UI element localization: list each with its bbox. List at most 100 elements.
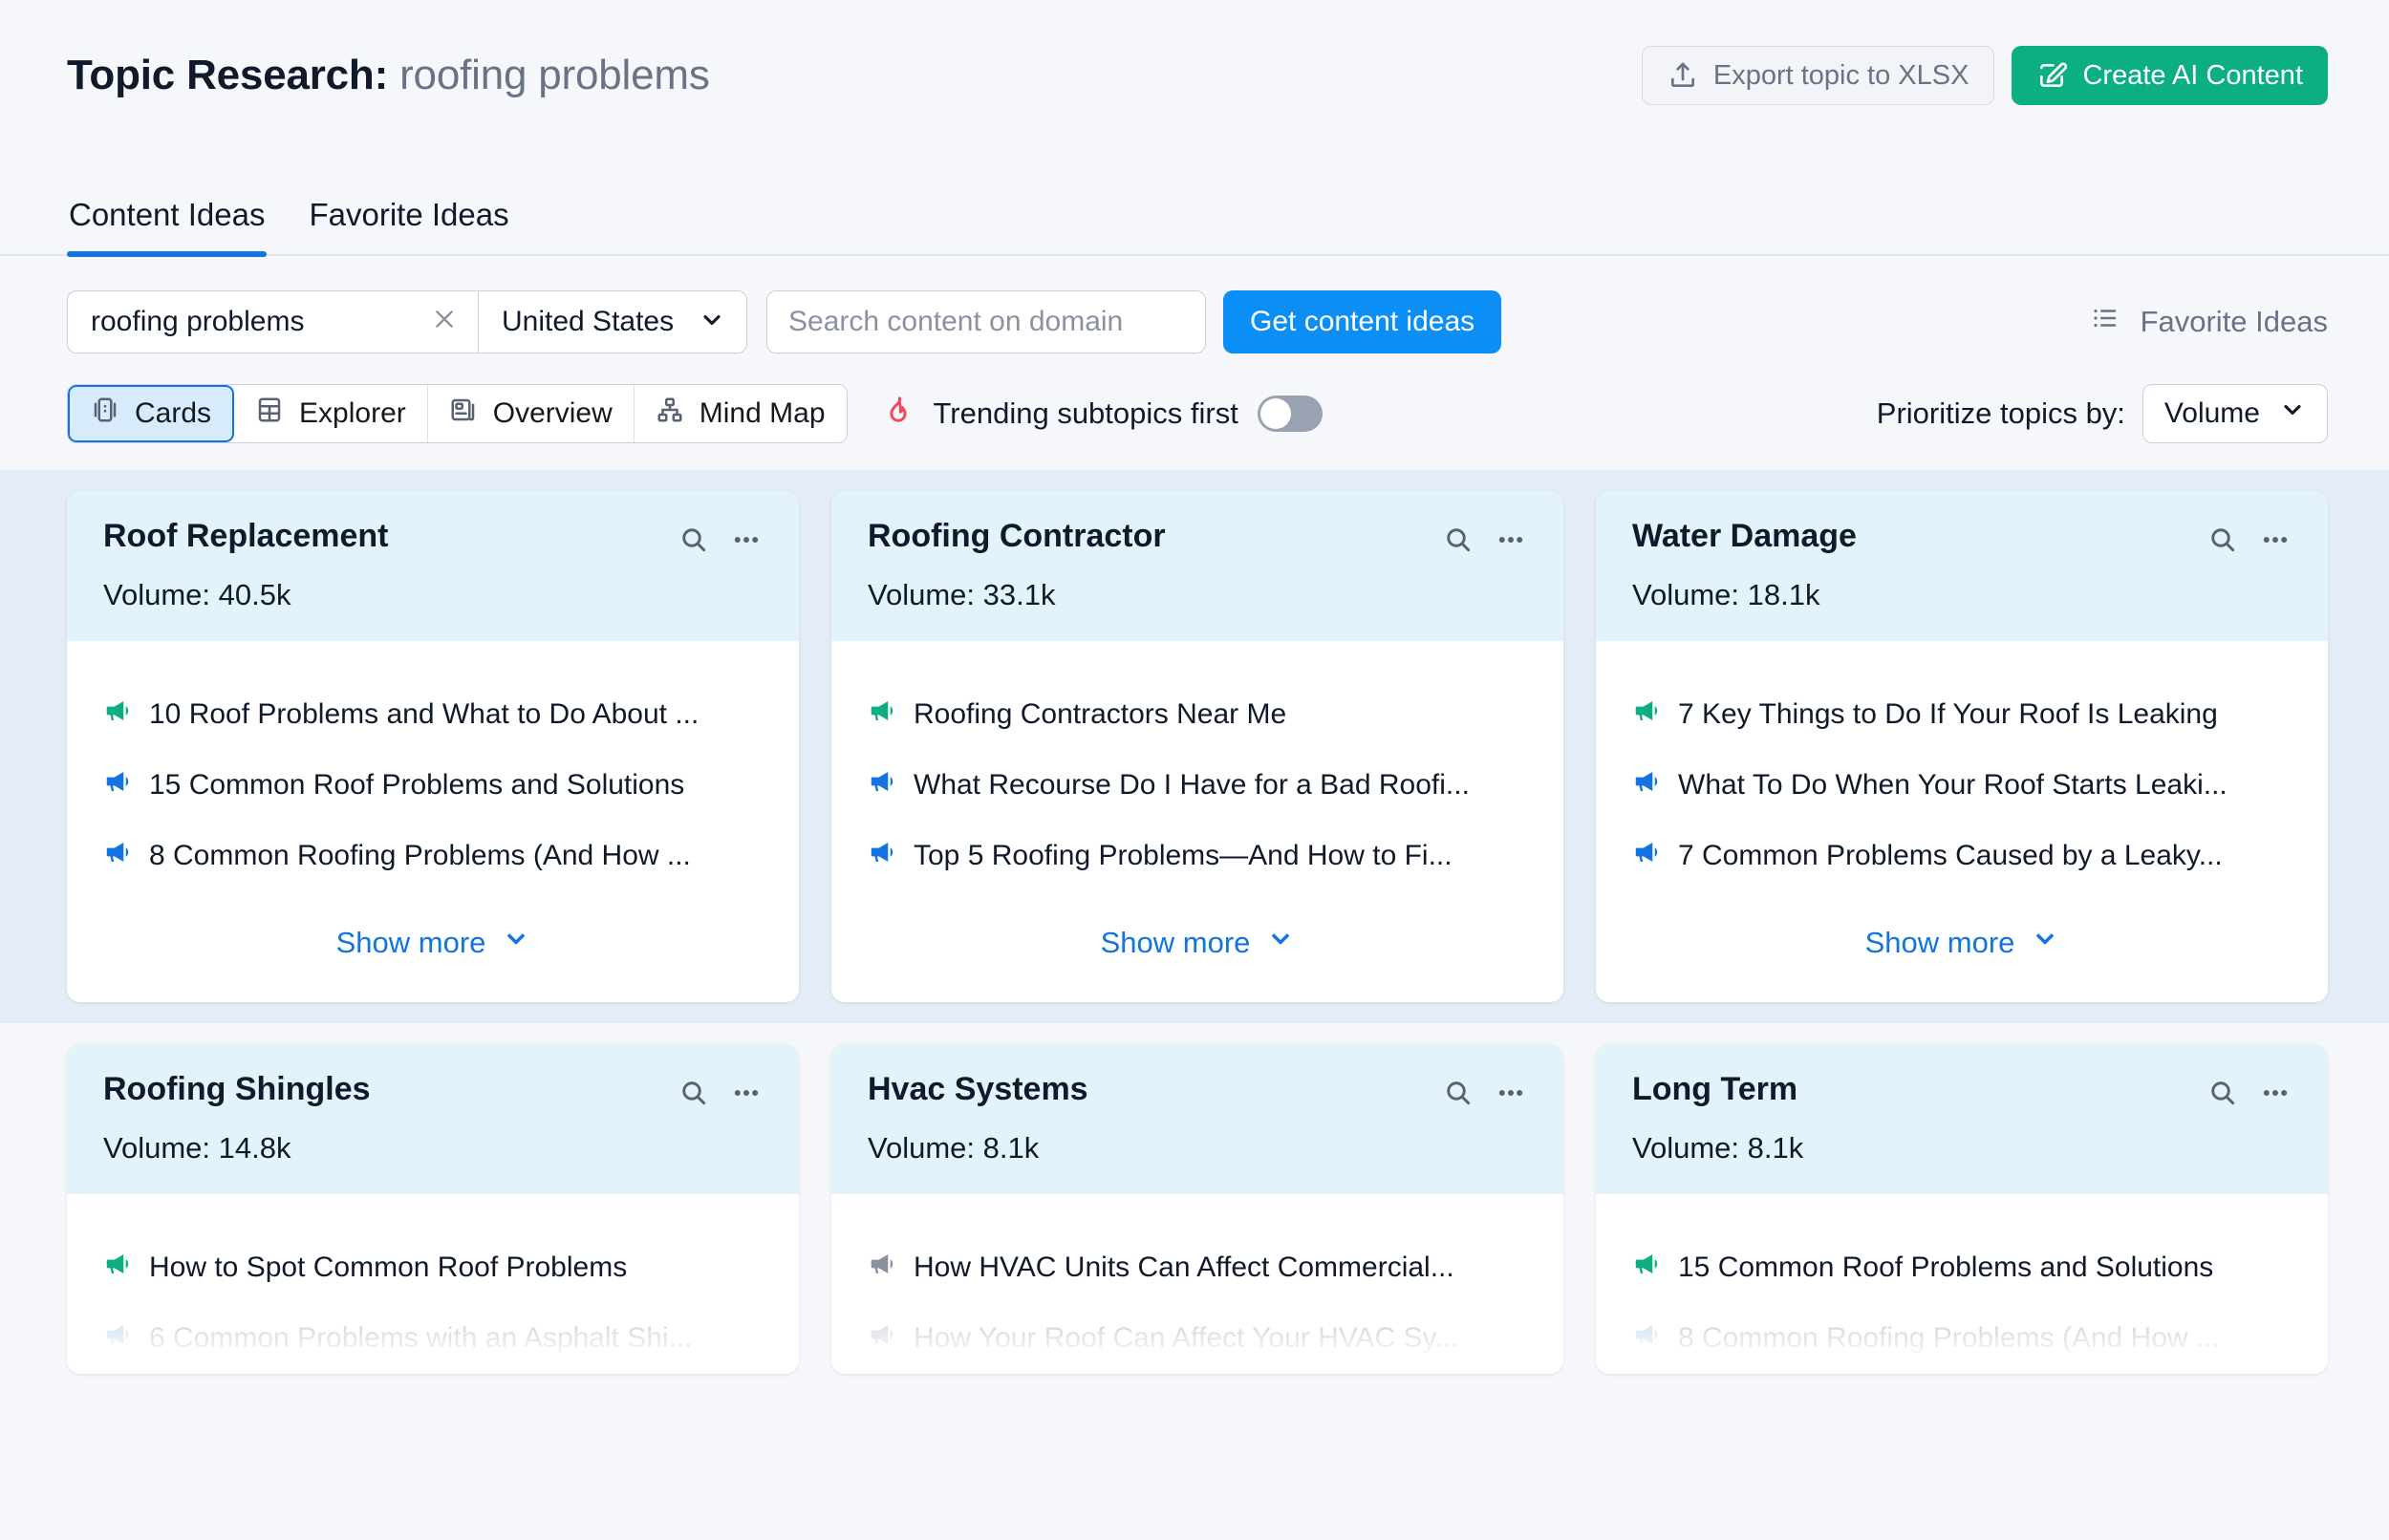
content-idea-label: How Your Roof Can Affect Your HVAC Sy... bbox=[914, 1322, 1459, 1354]
topic-card-title: Water Damage bbox=[1632, 518, 1857, 554]
topic-card[interactable]: Roof Replacement Volume: 40.5k 10 Roof Pro… bbox=[67, 491, 799, 1002]
favorite-ideas-link[interactable]: Favorite Ideas bbox=[2091, 304, 2328, 340]
view-mindmap-label: Mind Map bbox=[699, 397, 826, 429]
search-icon[interactable] bbox=[678, 1078, 709, 1113]
country-select[interactable]: United States bbox=[479, 291, 746, 353]
show-more-button[interactable]: Show more bbox=[868, 891, 1527, 1002]
content-idea-item[interactable]: Top 5 Roofing Problems—And How to Fi... bbox=[868, 821, 1527, 891]
topic-card-body: 10 Roof Problems and What to Do About ..… bbox=[67, 641, 799, 1002]
cards-icon bbox=[91, 396, 119, 432]
page-header: Topic Research: roofing problems Export … bbox=[0, 0, 2389, 151]
prioritize-select[interactable]: Volume bbox=[2141, 384, 2328, 443]
topic-card-volume: Volume: 14.8k bbox=[103, 1131, 291, 1165]
topic-card-body: Roofing Contractors Near Me What Recourse… bbox=[831, 641, 1563, 1002]
content-idea-label: 15 Common Roof Problems and Solutions bbox=[1678, 1251, 2214, 1283]
more-options-icon[interactable] bbox=[1495, 1077, 1527, 1114]
tab-favorite-ideas[interactable]: Favorite Ideas bbox=[307, 197, 510, 254]
content-idea-item[interactable]: 8 Common Roofing Problems (And How ... bbox=[103, 821, 763, 891]
more-options-icon[interactable] bbox=[2259, 524, 2292, 561]
export-xlsx-button[interactable]: Export topic to XLSX bbox=[1641, 46, 1995, 105]
content-idea-item[interactable]: How HVAC Units Can Affect Commercial... bbox=[868, 1232, 1527, 1303]
page-title-prefix: Topic Research: bbox=[67, 52, 389, 98]
flame-icon bbox=[882, 396, 915, 433]
search-domain-input[interactable] bbox=[766, 290, 1206, 353]
content-idea-item[interactable]: 15 Common Roof Problems and Solutions bbox=[103, 750, 763, 821]
content-idea-item[interactable]: 10 Roof Problems and What to Do About ..… bbox=[103, 679, 763, 750]
chevron-down-icon bbox=[2032, 926, 2058, 960]
chevron-down-icon bbox=[699, 307, 725, 338]
country-value: United States bbox=[502, 306, 675, 337]
show-more-button[interactable]: Show more bbox=[1632, 891, 2292, 1002]
megaphone-icon bbox=[868, 838, 896, 874]
megaphone-icon bbox=[103, 1320, 132, 1357]
megaphone-icon bbox=[103, 838, 132, 874]
megaphone-icon bbox=[1632, 1250, 1661, 1286]
search-icon[interactable] bbox=[2207, 1078, 2238, 1113]
clear-keyword-icon[interactable] bbox=[432, 307, 457, 337]
topic-card-title: Roofing Shingles bbox=[103, 1071, 371, 1107]
content-idea-item[interactable]: How Your Roof Can Affect Your HVAC Sy... bbox=[868, 1303, 1527, 1374]
keyword-value: roofing problems bbox=[91, 306, 305, 337]
topic-card-body: 15 Common Roof Problems and Solutions 8 C… bbox=[1596, 1194, 2328, 1374]
tab-content-ideas[interactable]: Content Ideas bbox=[67, 197, 268, 257]
show-more-label: Show more bbox=[335, 926, 486, 959]
trending-subtopics-toggle[interactable] bbox=[1257, 396, 1323, 432]
page-title: Topic Research: roofing problems bbox=[67, 52, 710, 99]
view-explorer-button[interactable]: Explorer bbox=[234, 385, 428, 442]
search-icon[interactable] bbox=[1443, 524, 1474, 560]
search-icon[interactable] bbox=[1443, 1078, 1474, 1113]
more-options-icon[interactable] bbox=[730, 1077, 763, 1114]
keyword-input[interactable]: roofing problems bbox=[68, 291, 479, 353]
content-idea-item[interactable]: How to Spot Common Roof Problems bbox=[103, 1232, 763, 1303]
show-more-button[interactable]: Show more bbox=[103, 891, 763, 1002]
more-options-icon[interactable] bbox=[730, 524, 763, 561]
show-more-label: Show more bbox=[1100, 926, 1251, 959]
content-idea-label: What To Do When Your Roof Starts Leaki..… bbox=[1678, 769, 2228, 801]
table-icon bbox=[255, 396, 284, 432]
topic-card[interactable]: Hvac Systems Volume: 8.1k How HVAC Units C… bbox=[831, 1044, 1563, 1374]
megaphone-icon bbox=[868, 1320, 896, 1357]
more-options-icon[interactable] bbox=[2259, 1077, 2292, 1114]
create-ai-content-button[interactable]: Create AI Content bbox=[2012, 46, 2328, 105]
topic-card-header: Roofing Shingles Volume: 14.8k bbox=[67, 1044, 799, 1194]
view-cards-button[interactable]: Cards bbox=[68, 385, 235, 442]
content-idea-item[interactable]: Roofing Contractors Near Me bbox=[868, 679, 1527, 750]
content-idea-item[interactable]: 7 Key Things to Do If Your Roof Is Leaki… bbox=[1632, 679, 2292, 750]
view-overview-button[interactable]: Overview bbox=[427, 385, 635, 442]
content-idea-label: 15 Common Roof Problems and Solutions bbox=[149, 769, 685, 801]
megaphone-icon bbox=[868, 767, 896, 803]
content-idea-item[interactable]: 6 Common Problems with an Asphalt Shi... bbox=[103, 1303, 763, 1374]
trending-subtopics-control: Trending subtopics first bbox=[882, 396, 1323, 433]
topic-card[interactable]: Long Term Volume: 8.1k 15 Common Roof Prob… bbox=[1596, 1044, 2328, 1374]
content-idea-label: How HVAC Units Can Affect Commercial... bbox=[914, 1251, 1454, 1283]
topic-card[interactable]: Roofing Shingles Volume: 14.8k How to Spot… bbox=[67, 1044, 799, 1374]
topic-card-title: Roofing Contractor bbox=[868, 518, 1166, 554]
content-idea-label: 6 Common Problems with an Asphalt Shi... bbox=[149, 1322, 693, 1354]
toggle-knob bbox=[1259, 398, 1291, 429]
content-idea-item[interactable]: What To Do When Your Roof Starts Leaki..… bbox=[1632, 750, 2292, 821]
content-idea-item[interactable]: 8 Common Roofing Problems (And How ... bbox=[1632, 1303, 2292, 1374]
list-icon bbox=[2091, 304, 2120, 340]
content-idea-item[interactable]: What Recourse Do I Have for a Bad Roofi.… bbox=[868, 750, 1527, 821]
controls-row-search: roofing problems United States Search co… bbox=[67, 290, 2328, 353]
topic-card-header: Roof Replacement Volume: 40.5k bbox=[67, 491, 799, 641]
export-xlsx-label: Export topic to XLSX bbox=[1712, 59, 1969, 91]
topic-card-header: Hvac Systems Volume: 8.1k bbox=[831, 1044, 1563, 1194]
content-idea-item[interactable]: 15 Common Roof Problems and Solutions bbox=[1632, 1232, 2292, 1303]
megaphone-icon bbox=[1632, 696, 1661, 733]
topic-card-volume: Volume: 40.5k bbox=[103, 578, 291, 611]
chevron-down-icon bbox=[1267, 926, 1294, 960]
card-grid-row-2: Roofing Shingles Volume: 14.8k How to Spot… bbox=[67, 1044, 2328, 1374]
prioritize-label: Prioritize topics by: bbox=[1876, 396, 2125, 430]
more-options-icon[interactable] bbox=[1495, 524, 1527, 561]
content-idea-item[interactable]: 7 Common Problems Caused by a Leaky... bbox=[1632, 821, 2292, 891]
search-icon[interactable] bbox=[678, 524, 709, 560]
topic-card-title: Long Term bbox=[1632, 1071, 1798, 1107]
topic-card[interactable]: Water Damage Volume: 18.1k 7 Key Things to… bbox=[1596, 491, 2328, 1002]
topic-card[interactable]: Roofing Contractor Volume: 33.1k Roofing C… bbox=[831, 491, 1563, 1002]
topic-card-body: 7 Key Things to Do If Your Roof Is Leaki… bbox=[1596, 641, 2328, 1002]
megaphone-icon bbox=[1632, 767, 1661, 803]
get-content-ideas-button[interactable]: Get content ideas bbox=[1223, 290, 1502, 353]
view-mindmap-button[interactable]: Mind Map bbox=[634, 385, 847, 442]
search-icon[interactable] bbox=[2207, 524, 2238, 560]
